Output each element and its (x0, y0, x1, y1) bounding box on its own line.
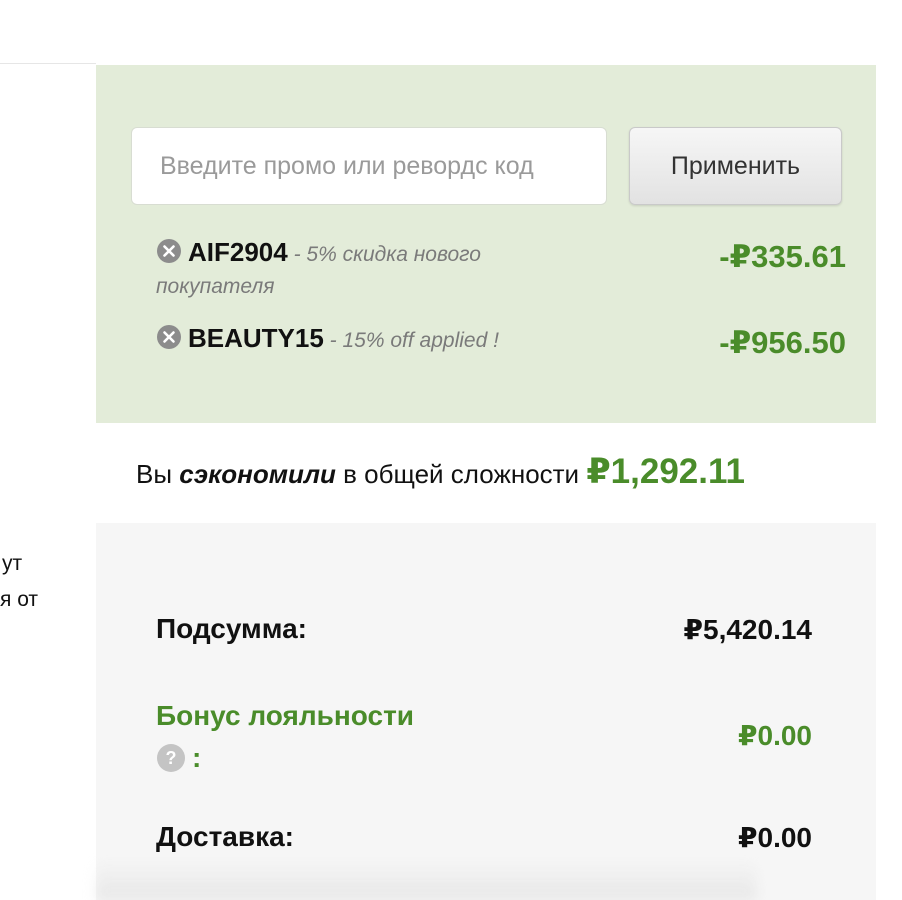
code-discount-amount: -₽956.50 (719, 325, 846, 360)
promo-code-input[interactable] (131, 127, 607, 205)
promo-panel: Применить AIF2904 - 5% скидка нового пок… (96, 65, 876, 423)
subtotal-value: ₽5,420.14 (683, 614, 812, 645)
code-discount-amount: -₽335.61 (719, 239, 846, 274)
delivery-value: ₽0.00 (738, 822, 812, 853)
savings-prefix: Вы (136, 459, 180, 489)
subtotal-row: Подсумма: ₽5,420.14 (156, 613, 812, 645)
loyalty-help-line: ? : (156, 737, 812, 779)
delivery-row: Доставка: ₽0.00 (156, 821, 812, 853)
total-savings: Вы сэкономили в общей сложности ₽1,292.1… (136, 452, 745, 492)
loyalty-label: Бонус лояльности (156, 700, 415, 731)
svg-text:?: ? (166, 748, 177, 768)
savings-emphasis: сэкономили (179, 459, 336, 489)
question-circle-icon[interactable]: ? (156, 743, 186, 773)
remove-code-icon[interactable] (156, 324, 182, 350)
top-divider (0, 63, 96, 64)
code-description: - 15% off applied ! (323, 329, 499, 352)
left-text-line-1: ут (2, 552, 23, 575)
applied-code-row: AIF2904 - 5% скидка нового покупателя -₽… (156, 237, 846, 304)
code-name: BEAUTY15 (188, 323, 324, 353)
loyalty-bonus-row: Бонус лояльности ? : ₽0.00 (156, 695, 812, 779)
delivery-label: Доставка: (156, 821, 295, 852)
subtotal-label: Подсумма: (156, 613, 307, 644)
loyalty-label-block: Бонус лояльности ? : (156, 695, 812, 779)
remove-code-icon[interactable] (156, 238, 182, 264)
savings-suffix: в общей сложности (335, 459, 587, 489)
loyalty-value: ₽0.00 (738, 720, 812, 751)
applied-code-row: BEAUTY15 - 15% off applied ! -₽956.50 (156, 323, 846, 360)
left-column-text: ут я от (0, 546, 38, 618)
bottom-shadow (96, 860, 756, 900)
savings-amount: ₽1,292.11 (586, 452, 745, 491)
applied-code-info: AIF2904 - 5% скидка нового покупателя (156, 237, 546, 304)
left-text-line-2: я от (0, 588, 39, 611)
apply-promo-button[interactable]: Применить (629, 127, 842, 205)
applied-code-info: BEAUTY15 - 15% off applied ! (156, 323, 546, 358)
code-name: AIF2904 (188, 237, 288, 267)
checkout-page: ут я от Применить AIF2904 - 5% скидка но… (0, 0, 902, 900)
order-summary-panel: Подсумма: ₽5,420.14 Бонус лояльности ? :… (96, 523, 876, 900)
loyalty-colon: : (192, 742, 202, 773)
